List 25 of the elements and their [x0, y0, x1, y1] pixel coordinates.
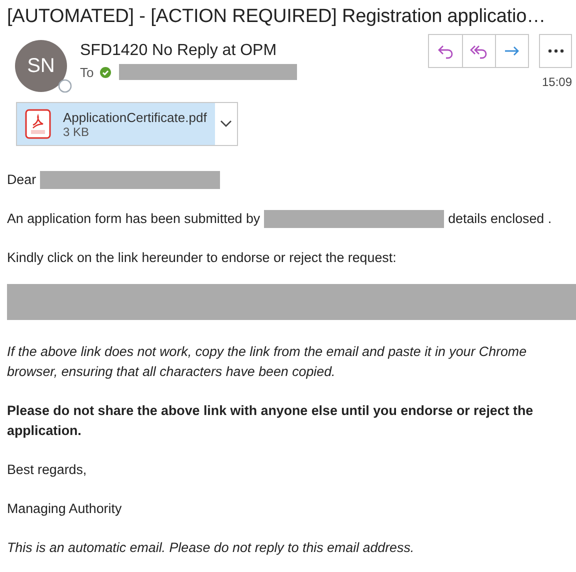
body-text: Dear: [7, 171, 36, 189]
chevron-down-icon: [220, 120, 232, 128]
check-icon: [100, 66, 111, 78]
body-text: Kindly click on the link hereunder to endorse or reject the request:: [7, 249, 396, 267]
body-text: details enclosed .: [448, 210, 552, 228]
more-icon: [548, 49, 564, 53]
attachment-card[interactable]: ApplicationCertificate.pdf 3 KB: [16, 102, 238, 146]
body-text: Managing Authority: [7, 500, 122, 518]
body-text: Best regards,: [7, 461, 87, 479]
to-label: To: [80, 64, 94, 80]
received-time: 15:09: [542, 75, 572, 89]
warning-text: Please do not share the above link with anyone else until you endorse or reject the application.: [7, 402, 534, 440]
body-text: This is an automatic email. Please do not reply to this email address.: [7, 539, 416, 557]
attachment-name: ApplicationCertificate.pdf: [63, 110, 207, 124]
pdf-file-icon: [25, 109, 51, 139]
presence-icon: [58, 79, 72, 93]
email-subject: [AUTOMATED] - [ACTION REQUIRED] Registration applicatio…: [7, 6, 546, 28]
reply-icon: [436, 43, 454, 59]
more-button[interactable]: [539, 34, 572, 68]
body-text: An application form has been submitted by: [7, 210, 260, 228]
reply-all-icon: [470, 43, 488, 59]
sender-name: SFD1420 No Reply at OPM: [80, 42, 278, 60]
sender-avatar: SN: [15, 40, 67, 92]
attachment-size: 3 KB: [63, 124, 90, 138]
body-text: If the above link does not work, copy the link from the email and paste it in your Chrome browser, ensuring that all characters have been copied.: [7, 343, 528, 381]
